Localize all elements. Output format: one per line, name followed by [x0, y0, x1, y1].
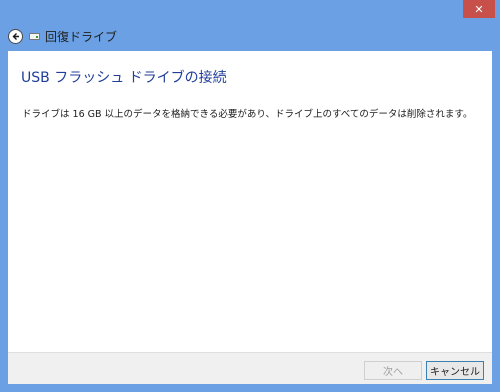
close-button[interactable]: ✕ [463, 0, 495, 18]
recovery-drive-window: ✕ 回復ドライブ USB フラッシュ ドライブの接続 ドライブは 16 GB 以… [0, 0, 500, 392]
title-bar: 回復ドライブ [8, 26, 492, 46]
usb-drive-icon [29, 32, 40, 40]
content-panel: USB フラッシュ ドライブの接続 ドライブは 16 GB 以上のデータを格納で… [8, 51, 492, 352]
page-heading: USB フラッシュ ドライブの接続 [21, 70, 227, 86]
button-bar: 次へ キャンセル [8, 352, 492, 384]
instruction-text: ドライブは 16 GB 以上のデータを格納できる必要があり、ドライブ上のすべての… [22, 109, 473, 120]
cancel-button[interactable]: キャンセル [426, 361, 484, 380]
close-icon: ✕ [474, 2, 484, 16]
back-button[interactable] [8, 28, 23, 44]
next-button[interactable]: 次へ [364, 361, 422, 380]
window-title: 回復ドライブ [45, 29, 118, 44]
back-arrow-icon [12, 32, 19, 40]
